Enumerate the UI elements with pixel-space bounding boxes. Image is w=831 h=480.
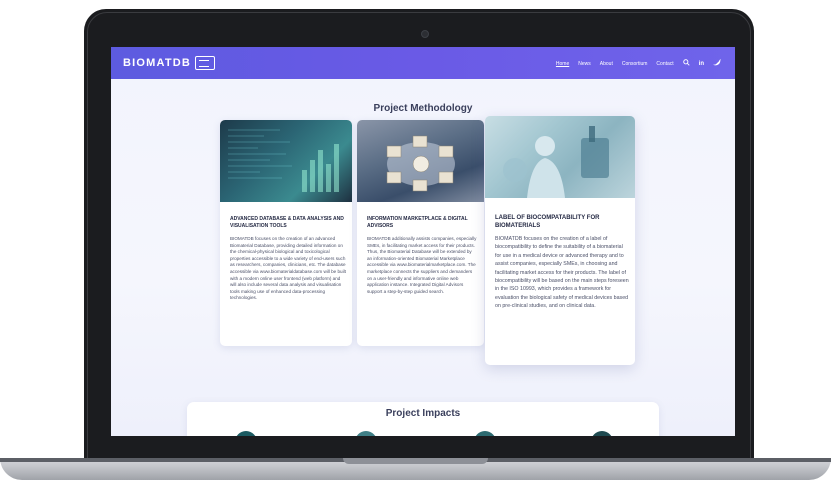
nav-item-consortium[interactable]: Consortium — [622, 61, 648, 67]
card-image-data-visualisation — [220, 120, 352, 202]
logo-text[interactable]: BIOMATDB — [123, 57, 191, 69]
card-body: BIOMATDB focuses on the creation of a la… — [495, 236, 629, 310]
main-nav: Home News About Consortium Contact in — [556, 59, 721, 68]
nav-item-home[interactable]: Home — [556, 61, 569, 67]
twitter-icon[interactable] — [713, 59, 721, 68]
card-title: LABEL OF BIOCOMPATABILITY FOR BIOMATERIA… — [495, 215, 600, 229]
methodology-card-database[interactable]: ADVANCED DATABASE & DATA ANALYSIS AND VI… — [220, 120, 352, 346]
section-title-impacts: Project Impacts — [385, 408, 461, 419]
linkedin-icon[interactable]: in — [699, 61, 704, 67]
site-header: BIOMATDB Home News About Consortium Cont… — [111, 47, 735, 79]
card-body: BIOMATDB additionally assists companies,… — [367, 236, 477, 294]
camera-icon — [421, 30, 429, 38]
screen: BIOMATDB Home News About Consortium Cont… — [111, 47, 735, 436]
nav-item-contact[interactable]: Contact — [656, 61, 673, 67]
site-logo[interactable]: BIOMATDB — [123, 56, 216, 70]
nav-item-about[interactable]: About — [600, 61, 613, 67]
card-image-marketplace — [357, 120, 484, 202]
methodology-card-marketplace[interactable]: INFORMATION MARKETPLACE & DIGITAL ADVISO… — [357, 120, 484, 346]
card-title: INFORMATION MARKETPLACE & DIGITAL ADVISO… — [367, 216, 468, 229]
section-title-methodology: Project Methodology — [373, 103, 473, 114]
logo-mark-icon — [195, 56, 216, 70]
card-title: ADVANCED DATABASE & DATA ANALYSIS AND VI… — [230, 216, 344, 229]
nav-item-news[interactable]: News — [578, 61, 591, 67]
card-body: BIOMATDB focuses on the creation of an a… — [230, 236, 346, 301]
card-image-laboratory — [485, 116, 635, 198]
search-icon[interactable] — [682, 59, 690, 68]
methodology-card-label[interactable]: LABEL OF BIOCOMPATABILITY FOR BIOMATERIA… — [485, 116, 635, 365]
laptop-notch — [343, 458, 488, 464]
